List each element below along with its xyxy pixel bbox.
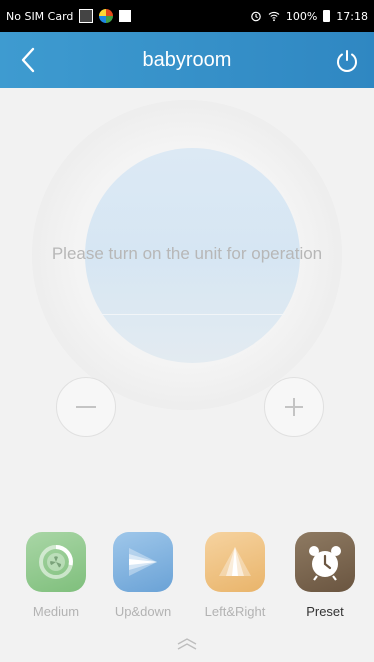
dial-divider [100,314,285,315]
grid-icon [119,10,132,22]
title-bar: babyroom [0,32,374,88]
mode-leftright-label: Left&Right [204,604,266,619]
wifi-icon [268,11,280,22]
mode-medium-label: Medium [32,604,80,619]
plus-icon [285,398,303,416]
status-bar-left: No SIM Card [6,9,132,23]
carrier-text: No SIM Card [6,9,74,23]
decrease-button[interactable] [56,377,116,437]
swing-updown-icon [113,532,173,592]
back-button[interactable] [12,44,44,76]
swing-leftright-icon [205,532,265,592]
page-title: babyroom [142,48,232,71]
mode-updown-label: Up&down [114,604,172,619]
mode-updown-button[interactable]: Up&down [103,532,183,619]
chevron-left-icon [21,47,35,73]
alarm-icon [251,11,261,22]
minus-icon [76,406,96,408]
chevron-up-icon [177,638,197,650]
power-icon [337,50,357,72]
power-button[interactable] [330,44,364,78]
alarm-clock-icon [295,532,355,592]
status-bar-right: 100% 17:18 [250,10,368,23]
mode-medium-button[interactable]: Medium [16,532,96,619]
notification-icon [79,9,94,23]
app-icon [99,9,114,23]
increase-button[interactable] [264,377,324,437]
battery-percent: 100% [285,9,318,23]
mode-preset-button[interactable]: Preset [285,532,365,619]
mode-leftright-button[interactable]: Left&Right [195,532,275,619]
mode-bar: Medium Up&down Left&Right Preset [0,532,374,627]
unit-off-message: Please turn on the unit for operation [51,244,323,263]
expand-panel-button[interactable] [172,634,202,654]
battery-icon [323,10,331,22]
fan-speed-icon [26,532,86,592]
mode-preset-label: Preset [306,604,344,619]
status-bar: No SIM Card 100% 17:18 [0,0,374,32]
clock: 17:18 [336,9,368,23]
